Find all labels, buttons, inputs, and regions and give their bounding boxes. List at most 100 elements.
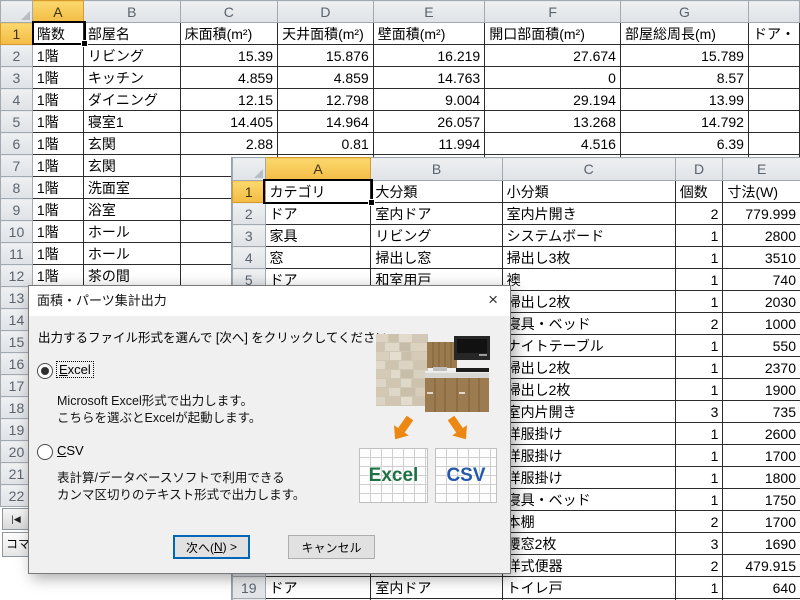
- cell[interactable]: ドア: [265, 203, 371, 225]
- cell[interactable]: 735: [723, 401, 800, 423]
- cell[interactable]: キッチン: [83, 67, 180, 89]
- cell[interactable]: 1: [675, 269, 723, 291]
- cell[interactable]: 掃出し2枚: [502, 357, 675, 379]
- row-header-2[interactable]: 2: [1, 45, 33, 67]
- cell[interactable]: 1: [675, 335, 723, 357]
- cell[interactable]: 27.674: [485, 45, 621, 67]
- cell[interactable]: 2: [675, 511, 723, 533]
- cell[interactable]: 本棚: [502, 511, 675, 533]
- cell[interactable]: トイレ戸: [502, 577, 675, 599]
- cell[interactable]: 室内ドア: [371, 577, 502, 599]
- cell[interactable]: 4.859: [278, 67, 374, 89]
- cell[interactable]: 29.194: [485, 89, 621, 111]
- cell[interactable]: 740: [723, 269, 800, 291]
- cell[interactable]: 1階: [32, 89, 83, 111]
- cell[interactable]: 640: [723, 577, 800, 599]
- cell[interactable]: 15.39: [180, 45, 278, 67]
- row-header-1[interactable]: 1: [233, 181, 266, 203]
- cell[interactable]: 0.81: [278, 133, 374, 155]
- row-header-3[interactable]: 3: [233, 225, 266, 247]
- cell[interactable]: 天井面積(m²): [278, 23, 374, 45]
- cell[interactable]: 襖: [502, 269, 675, 291]
- cell[interactable]: 12.15: [180, 89, 278, 111]
- cell[interactable]: 1750: [723, 489, 800, 511]
- cell[interactable]: 9.004: [373, 89, 484, 111]
- cell[interactable]: 掃出し2枚: [502, 379, 675, 401]
- row-header-10[interactable]: 10: [1, 221, 33, 243]
- cell[interactable]: 掃出し2枚: [502, 291, 675, 313]
- cell[interactable]: [748, 67, 799, 89]
- cell[interactable]: ドア・: [748, 23, 799, 45]
- cell[interactable]: 11.994: [373, 133, 484, 155]
- cell[interactable]: 779.999: [723, 203, 800, 225]
- column-header-F[interactable]: F: [485, 1, 621, 23]
- column-header-D[interactable]: D: [675, 158, 723, 181]
- cell[interactable]: リビング: [371, 225, 502, 247]
- cell[interactable]: 1階: [32, 111, 83, 133]
- cell[interactable]: 2030: [723, 291, 800, 313]
- cell[interactable]: 1階: [32, 45, 83, 67]
- cell[interactable]: 14.405: [180, 111, 278, 133]
- cell[interactable]: 16.219: [373, 45, 484, 67]
- cell[interactable]: 1: [675, 291, 723, 313]
- cell[interactable]: 26.057: [373, 111, 484, 133]
- cell[interactable]: 1: [675, 423, 723, 445]
- cell[interactable]: 掃出し3枚: [502, 247, 675, 269]
- row-header-4[interactable]: 4: [233, 247, 266, 269]
- cell[interactable]: 開口部面積(m²): [485, 23, 621, 45]
- cell[interactable]: ダイニング: [83, 89, 180, 111]
- radio-excel[interactable]: [37, 363, 53, 379]
- radio-label-excel[interactable]: Excel: [57, 362, 93, 377]
- cell[interactable]: 14.964: [278, 111, 374, 133]
- cell[interactable]: 479.915: [723, 555, 800, 577]
- column-header-B[interactable]: B: [371, 158, 502, 181]
- row-header-6[interactable]: 6: [1, 133, 33, 155]
- cancel-button[interactable]: キャンセル: [288, 535, 375, 559]
- cell[interactable]: 15.789: [620, 45, 748, 67]
- cell[interactable]: 3: [675, 401, 723, 423]
- column-header-B[interactable]: B: [83, 1, 180, 23]
- cell[interactable]: 玄関: [83, 155, 180, 177]
- cell[interactable]: 3510: [723, 247, 800, 269]
- cell[interactable]: 腰窓2枚: [502, 533, 675, 555]
- row-header-1[interactable]: 1: [1, 23, 33, 45]
- column-header-E[interactable]: E: [723, 158, 800, 181]
- cell[interactable]: 部屋総周長(m): [620, 23, 748, 45]
- cell[interactable]: 窓: [265, 247, 371, 269]
- column-header-D[interactable]: D: [278, 1, 374, 23]
- row-header-2[interactable]: 2: [233, 203, 266, 225]
- cell[interactable]: ドア: [265, 577, 371, 599]
- cell[interactable]: 2: [675, 555, 723, 577]
- row-header-11[interactable]: 11: [1, 243, 33, 265]
- cell[interactable]: ホール: [83, 243, 180, 265]
- select-all-corner[interactable]: [233, 158, 266, 181]
- column-header-C[interactable]: C: [180, 1, 278, 23]
- radio-label-csv[interactable]: CSV: [57, 443, 84, 458]
- cell[interactable]: 12.798: [278, 89, 374, 111]
- cell[interactable]: 6.39: [620, 133, 748, 155]
- cell[interactable]: 階数: [32, 23, 83, 45]
- cell[interactable]: 寝具・ベッド: [502, 313, 675, 335]
- cell[interactable]: 1階: [32, 133, 83, 155]
- cell[interactable]: 小分類: [502, 181, 675, 203]
- cell[interactable]: 1階: [32, 265, 83, 287]
- cell[interactable]: 1690: [723, 533, 800, 555]
- row-header-8[interactable]: 8: [1, 177, 33, 199]
- cell[interactable]: 大分類: [371, 181, 502, 203]
- cell[interactable]: [748, 45, 799, 67]
- cell[interactable]: 2600: [723, 423, 800, 445]
- cell[interactable]: 14.763: [373, 67, 484, 89]
- close-icon[interactable]: ×: [488, 290, 498, 310]
- column-header-A[interactable]: A: [265, 158, 371, 181]
- cell[interactable]: 壁面積(m²): [373, 23, 484, 45]
- cell[interactable]: 寝具・ベッド: [502, 489, 675, 511]
- cell[interactable]: 1700: [723, 511, 800, 533]
- dialog-titlebar[interactable]: 面積・パーツ集計出力 ×: [29, 286, 510, 316]
- cell[interactable]: システムボード: [502, 225, 675, 247]
- cell[interactable]: 2800: [723, 225, 800, 247]
- cell[interactable]: 1900: [723, 379, 800, 401]
- cell[interactable]: 1: [675, 379, 723, 401]
- cell[interactable]: 個数: [675, 181, 723, 203]
- cell[interactable]: [748, 111, 799, 133]
- cell[interactable]: [748, 133, 799, 155]
